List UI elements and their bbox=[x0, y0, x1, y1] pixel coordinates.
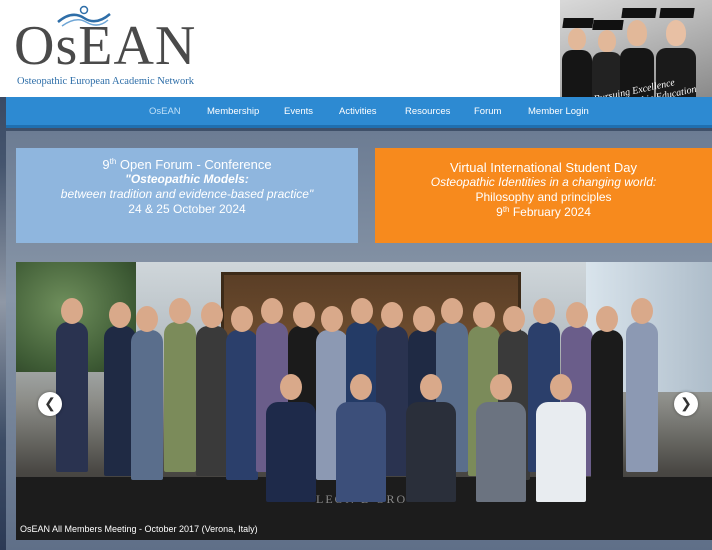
photo-person bbox=[131, 330, 163, 480]
nav-item-membership[interactable]: Membership bbox=[207, 106, 259, 117]
osean-logo[interactable]: OsEAN Osteopathic European Academic Netw… bbox=[14, 4, 204, 92]
photo-person-head bbox=[61, 298, 83, 324]
logo-wordmark: OsEAN bbox=[14, 15, 197, 77]
photo-person-head bbox=[351, 298, 373, 324]
nav-item-member-login[interactable]: Member Login bbox=[528, 106, 589, 117]
photo-person-head bbox=[381, 302, 403, 328]
photo-person-head bbox=[596, 306, 618, 332]
photo-person bbox=[591, 330, 623, 480]
photo-person-head bbox=[533, 298, 555, 324]
student-day-date: 9th February 2024 bbox=[496, 205, 591, 219]
photo-person-head bbox=[473, 302, 495, 328]
slider-caption: OsEAN All Members Meeting - October 2017… bbox=[20, 524, 258, 534]
conference-subtitle: "Osteopathic Models: bbox=[125, 172, 249, 186]
conference-theme: between tradition and evidence-based pra… bbox=[60, 187, 314, 201]
photo-person-head bbox=[441, 298, 463, 324]
photo-person-head bbox=[550, 374, 572, 400]
photo-person-head bbox=[136, 306, 158, 332]
conference-title: 9th Open Forum - Conference bbox=[102, 157, 272, 172]
photo-person bbox=[164, 322, 196, 472]
conference-dates: 24 & 25 October 2024 bbox=[128, 202, 246, 216]
photo-person-head bbox=[420, 374, 442, 400]
photo-person-head bbox=[413, 306, 435, 332]
nav-item-events[interactable]: Events bbox=[284, 106, 313, 117]
student-day-theme: Osteopathic Identities in a changing wor… bbox=[430, 175, 657, 189]
logo-subtitle: Osteopathic European Academic Network bbox=[17, 76, 194, 87]
photo-person-head bbox=[350, 374, 372, 400]
photo-person-front bbox=[336, 402, 386, 502]
photo-person-head bbox=[490, 374, 512, 400]
photo-person bbox=[196, 326, 228, 476]
nav-item-activities[interactable]: Activities bbox=[339, 106, 376, 117]
nav-item-resources[interactable]: Resources bbox=[405, 106, 450, 117]
chevron-right-icon[interactable]: ❯ bbox=[674, 392, 698, 416]
photo-person-head bbox=[321, 306, 343, 332]
nav-item-forum[interactable]: Forum bbox=[474, 106, 501, 117]
photo-person-head bbox=[631, 298, 653, 324]
site-header: OsEAN Osteopathic European Academic Netw… bbox=[0, 0, 712, 97]
photo-person-front bbox=[266, 402, 316, 502]
nav-item-osean[interactable]: OsEAN bbox=[149, 106, 181, 117]
photo-person bbox=[226, 330, 258, 480]
photo-person-head bbox=[280, 374, 302, 400]
photo-person-front bbox=[476, 402, 526, 502]
student-day-subtheme: Philosophy and principles bbox=[475, 190, 612, 204]
photo-person-front bbox=[536, 402, 586, 502]
main-navigation: OsEAN Membership Events Activities Resou… bbox=[6, 97, 712, 128]
photo-person-head bbox=[503, 306, 525, 332]
student-day-banner[interactable]: Virtual International Student Day Osteop… bbox=[375, 148, 712, 243]
photo-person bbox=[626, 322, 658, 472]
photo-person-head bbox=[566, 302, 588, 328]
graduates-image: Pursuing Excellence in Osteopathic Educa… bbox=[560, 0, 712, 97]
photo-person-head bbox=[169, 298, 191, 324]
photo-person-front bbox=[406, 402, 456, 502]
student-day-title: Virtual International Student Day bbox=[450, 160, 637, 175]
hero-slider: LEON D'ORO ❮ ❯ OsEAN All Members Meeting… bbox=[16, 262, 712, 540]
photo-person-head bbox=[261, 298, 283, 324]
photo-person-head bbox=[109, 302, 131, 328]
chevron-left-icon[interactable]: ❮ bbox=[38, 392, 62, 416]
conference-banner[interactable]: 9th Open Forum - Conference "Osteopathic… bbox=[16, 148, 358, 243]
photo-person-head bbox=[231, 306, 253, 332]
photo-person-head bbox=[201, 302, 223, 328]
photo-person-head bbox=[293, 302, 315, 328]
photo-person bbox=[56, 322, 88, 472]
